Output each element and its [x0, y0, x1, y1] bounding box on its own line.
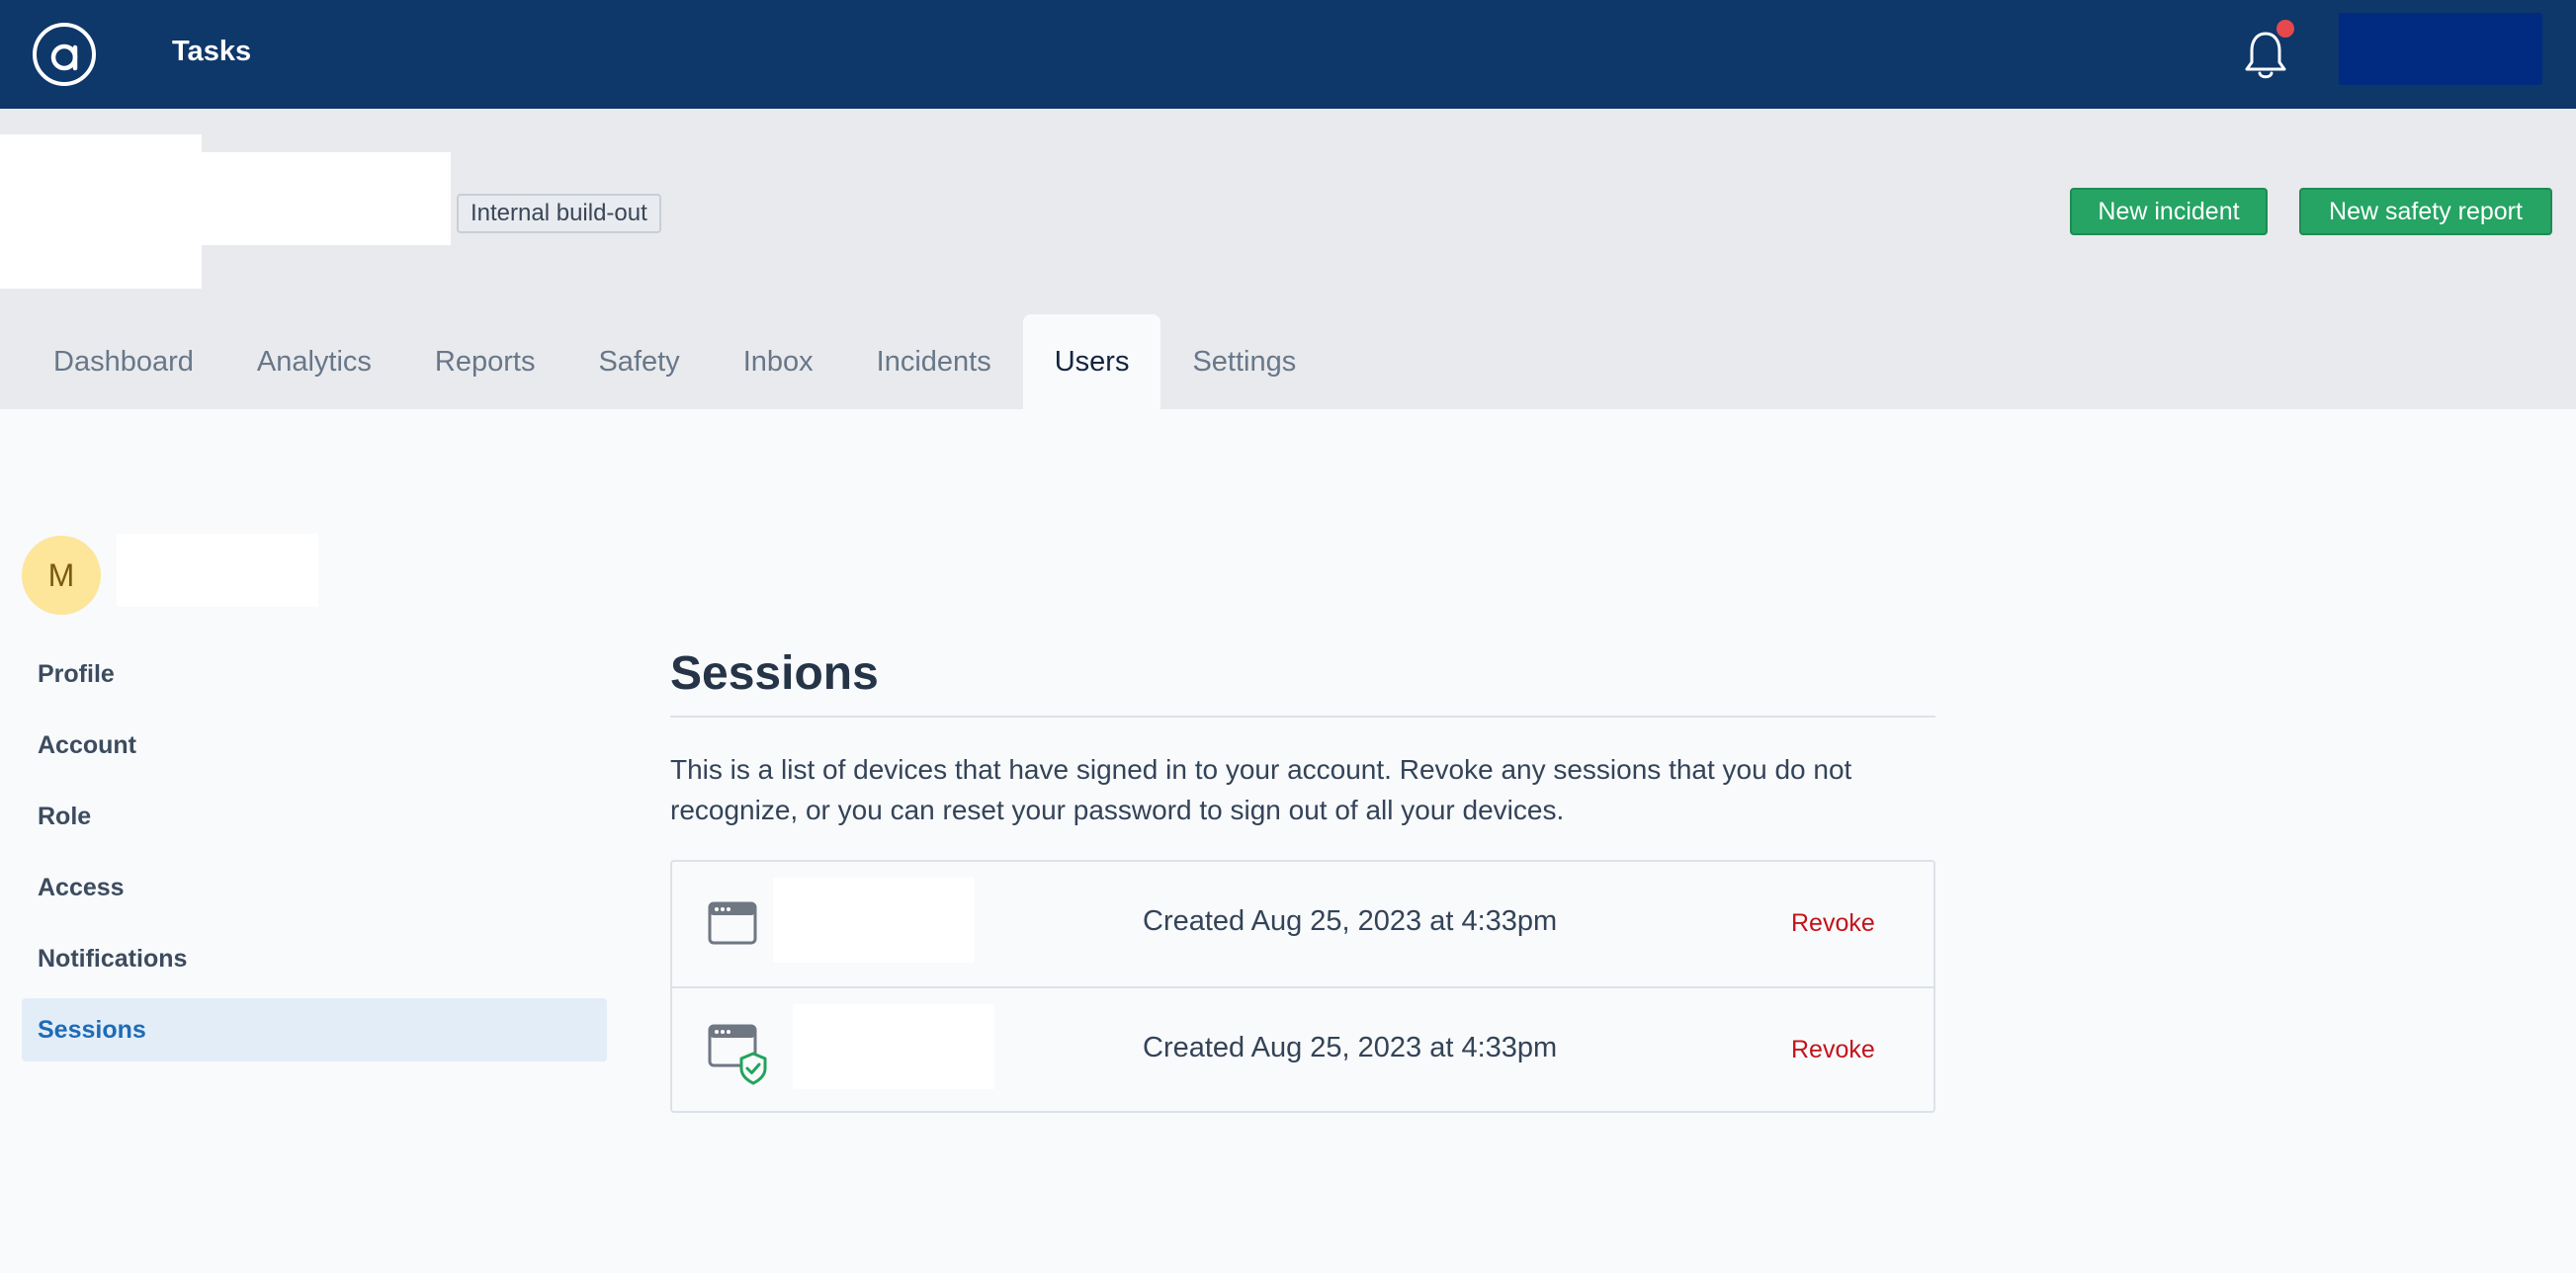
- sidebar-item-notifications[interactable]: Notifications: [22, 927, 607, 990]
- browser-window-shield-icon: [708, 1024, 767, 1085]
- tab-incidents[interactable]: Incidents: [845, 314, 1023, 409]
- new-incident-button[interactable]: New incident: [2070, 188, 2268, 235]
- session-created-time: Created Aug 25, 2023 at 4:33pm: [1143, 905, 1558, 937]
- app-title[interactable]: Tasks: [172, 36, 251, 68]
- page-title: Sessions: [670, 647, 879, 700]
- sidebar-item-access[interactable]: Access: [22, 856, 607, 919]
- sidebar-item-profile[interactable]: Profile: [22, 642, 607, 706]
- session-row: Created Aug 25, 2023 at 4:33pm Revoke: [672, 862, 1933, 986]
- notification-badge: [2276, 20, 2294, 38]
- tab-settings[interactable]: Settings: [1160, 314, 1328, 409]
- new-safety-report-button[interactable]: New safety report: [2299, 188, 2552, 235]
- organization-logo-redacted: [0, 134, 202, 289]
- sidebar-item-sessions[interactable]: Sessions: [22, 998, 607, 1061]
- top-navigation-bar: Tasks: [0, 0, 2576, 109]
- organization-name-redacted: [202, 152, 451, 245]
- tab-dashboard[interactable]: Dashboard: [22, 314, 225, 409]
- title-divider: [670, 716, 1935, 718]
- settings-sidebar: Profile Account Role Access Notification…: [22, 642, 607, 1069]
- main-tabs: Dashboard Analytics Reports Safety Inbox…: [22, 314, 1328, 409]
- tab-safety[interactable]: Safety: [566, 314, 711, 409]
- tab-reports[interactable]: Reports: [403, 314, 567, 409]
- revoke-session-link[interactable]: Revoke: [1791, 909, 1875, 938]
- device-name-redacted: [793, 1004, 994, 1089]
- at-sign-logo-icon[interactable]: [32, 22, 97, 87]
- sessions-description: This is a list of devices that have sign…: [670, 754, 1852, 825]
- browser-window-icon: [708, 901, 757, 945]
- tab-inbox[interactable]: Inbox: [712, 314, 845, 409]
- organization-tag: Internal build-out: [457, 194, 661, 233]
- session-row: Created Aug 25, 2023 at 4:33pm Revoke: [672, 986, 1933, 1111]
- avatar: M: [22, 536, 101, 615]
- tab-analytics[interactable]: Analytics: [225, 314, 403, 409]
- sidebar-item-role[interactable]: Role: [22, 785, 607, 848]
- sessions-list: Created Aug 25, 2023 at 4:33pm Revoke Cr…: [670, 860, 1935, 1113]
- device-name-redacted: [773, 878, 975, 963]
- tab-users[interactable]: Users: [1022, 314, 1161, 409]
- user-name-redacted: [117, 534, 318, 607]
- revoke-session-link[interactable]: Revoke: [1791, 1036, 1875, 1064]
- session-created-time: Created Aug 25, 2023 at 4:33pm: [1143, 1032, 1558, 1063]
- sidebar-item-account[interactable]: Account: [22, 714, 607, 777]
- account-menu-button[interactable]: [2339, 13, 2542, 85]
